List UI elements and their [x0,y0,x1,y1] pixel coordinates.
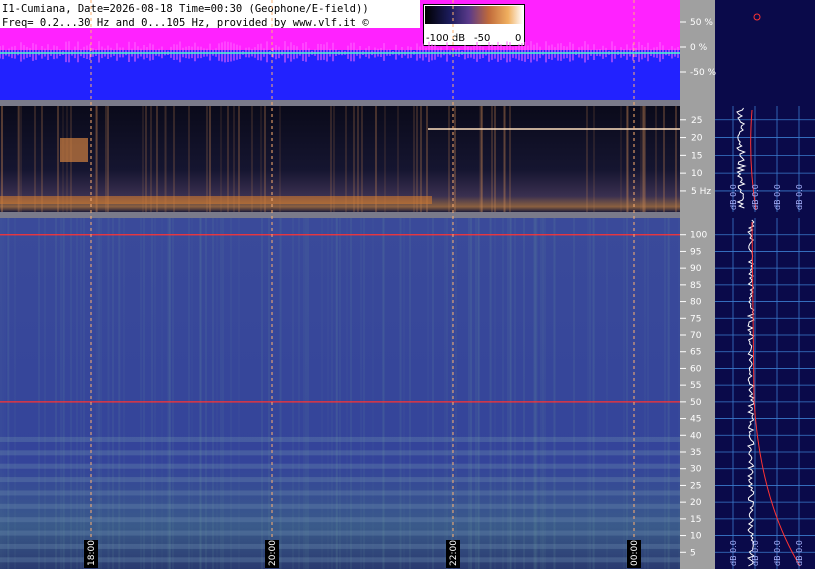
low-freq-tick-label: 10 [691,169,703,179]
high-freq-tick-label: 40 [690,431,702,441]
high-freq-tick-label: 60 [690,364,702,374]
low-freq-tick-label: 15 [691,151,702,161]
high-freq-tick-label: 5 [690,548,696,558]
amplitude-tick-label: 0 % [690,43,708,53]
low-spectrogram-blob [60,138,88,162]
high-freq-tick-label: 55 [690,381,701,391]
status-indicator [753,13,761,21]
vlf-spectrogram-display: I1-Cumiana, Date=2026-08-18 Time=00:30 (… [0,0,815,569]
high-freq-tick-label: 15 [690,515,701,525]
low-freq-tick-label: 20 [691,134,703,144]
low-spectrogram-band [0,196,432,204]
high-freq-tick-label: 75 [690,314,701,324]
right-db-label: dB 0.0 [729,540,738,566]
right-db-label: dB 0.0 [751,540,760,566]
high-freq-tick-label: 70 [690,331,702,341]
high-freq-tick-label: 10 [690,532,702,542]
chart-overlay: 50 % 0 % -50 % 25 20 15 10 5 Hz 100 95 90 85 80 75 7… [0,0,815,569]
low-spectrum-profile [736,107,747,209]
high-freq-tick-label: 90 [690,264,702,274]
low-freq-tick-label: 5 Hz [691,187,711,197]
time-label: 22:00 [449,540,459,566]
right-db-label: dB 0.0 [795,184,804,210]
high-freq-tick-label: 45 [690,415,701,425]
right-db-label: dB 0.0 [751,184,760,210]
time-label: 18:00 [87,540,97,566]
right-db-label: dB 0.0 [729,184,738,210]
high-freq-tick-label: 20 [690,498,702,508]
high-freq-tick-label: 100 [690,231,707,241]
high-freq-tick-label: 95 [690,247,701,257]
amplitude-tick-label: 50 % [690,18,713,28]
time-label: 00:00 [630,540,640,566]
time-label: 20:00 [268,540,278,566]
high-freq-tick-label: 25 [690,481,701,491]
right-db-label: dB 0.0 [773,184,782,210]
high-freq-tick-label: 85 [690,281,701,291]
right-db-label: dB 0.0 [795,540,804,566]
amplitude-tick-label: -50 % [690,68,717,78]
high-freq-tick-label: 65 [690,348,701,358]
high-freq-tick-label: 80 [690,298,702,308]
right-db-label: dB 0.0 [773,540,782,566]
low-freq-tick-label: 25 [691,116,702,126]
high-freq-tick-label: 30 [690,465,702,475]
high-freq-tick-label: 35 [690,448,701,458]
high-freq-tick-label: 50 [690,398,702,408]
high-spectrum-average [751,221,801,567]
